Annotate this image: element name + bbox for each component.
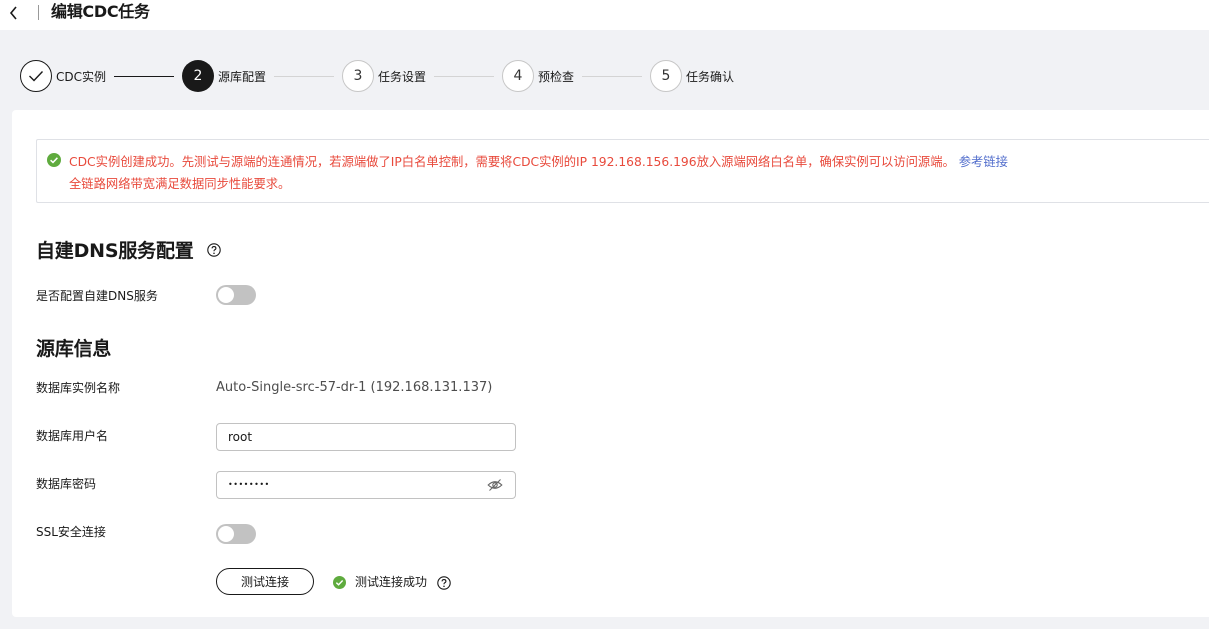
- source-section-title: 源库信息: [36, 338, 112, 360]
- alert-line-2: 全链路网络带宽满足数据同步性能要求。: [69, 177, 291, 191]
- step-number: 5: [650, 60, 682, 92]
- step-label: 预检查: [538, 69, 575, 84]
- step-source-config: 2 源库配置: [182, 60, 266, 92]
- step-label: CDC实例: [56, 69, 106, 84]
- step-connector: [274, 76, 334, 77]
- step-label: 任务设置: [378, 69, 427, 84]
- top-bar: 编辑CDC任务: [0, 0, 1209, 30]
- toggle-knob: [218, 526, 234, 542]
- success-check-icon: [47, 153, 61, 167]
- step-number: 3: [342, 60, 374, 92]
- username-input[interactable]: [216, 423, 516, 451]
- title-divider: [38, 5, 39, 20]
- ssl-label: SSL安全连接: [36, 525, 106, 539]
- eye-slash-icon[interactable]: [487, 478, 503, 492]
- connection-status-text: 测试连接成功: [355, 575, 428, 589]
- dns-toggle-label: 是否配置自建DNS服务: [36, 289, 158, 303]
- step-connector: [434, 76, 494, 77]
- form-card: CDC实例创建成功。先测试与源端的连通情况，若源端做了IP白名单控制，需要将CD…: [12, 110, 1209, 617]
- toggle-knob: [218, 287, 234, 303]
- success-check-icon: [333, 576, 346, 589]
- step-number: 2: [182, 60, 214, 92]
- alert-line-1: CDC实例创建成功。先测试与源端的连通情况，若源端做了IP白名单控制，需要将CD…: [69, 155, 955, 169]
- test-connection-button[interactable]: 测试连接: [216, 568, 314, 595]
- success-alert: CDC实例创建成功。先测试与源端的连通情况，若源端做了IP白名单控制，需要将CD…: [36, 139, 1209, 203]
- password-label: 数据库密码: [36, 477, 97, 491]
- step-cdc-instance: CDC实例: [20, 60, 106, 92]
- step-confirm: 5 任务确认: [650, 60, 734, 92]
- step-label: 任务确认: [686, 69, 735, 84]
- question-circle-icon[interactable]: [207, 243, 221, 257]
- step-number: 4: [502, 60, 534, 92]
- instance-name-value: Auto-Single-src-57-dr-1 (192.168.131.137…: [216, 380, 493, 395]
- step-label: 源库配置: [218, 69, 267, 84]
- question-circle-icon[interactable]: [437, 576, 451, 590]
- dns-toggle[interactable]: [216, 285, 256, 305]
- back-button[interactable]: [4, 2, 26, 24]
- dns-section-title: 自建DNS服务配置: [36, 240, 194, 262]
- check-icon: [29, 71, 44, 82]
- step-connector: [114, 76, 174, 77]
- step-connector: [582, 76, 642, 77]
- chevron-left-icon: [9, 6, 17, 20]
- instance-name-label: 数据库实例名称: [36, 381, 121, 395]
- step-done-circle: [20, 60, 52, 92]
- username-label: 数据库用户名: [36, 429, 109, 443]
- step-indicator: CDC实例 2 源库配置 3 任务设置 4 预检查 5 任务确认: [0, 48, 1209, 108]
- page-title: 编辑CDC任务: [51, 2, 150, 21]
- step-task-settings: 3 任务设置: [342, 60, 426, 92]
- ssl-toggle[interactable]: [216, 524, 256, 544]
- reference-link[interactable]: 参考链接: [959, 155, 1008, 169]
- step-precheck: 4 预检查: [502, 60, 574, 92]
- alert-message: CDC实例创建成功。先测试与源端的连通情况，若源端做了IP白名单控制，需要将CD…: [69, 151, 1199, 195]
- password-masked-value: ••••••••: [228, 480, 270, 489]
